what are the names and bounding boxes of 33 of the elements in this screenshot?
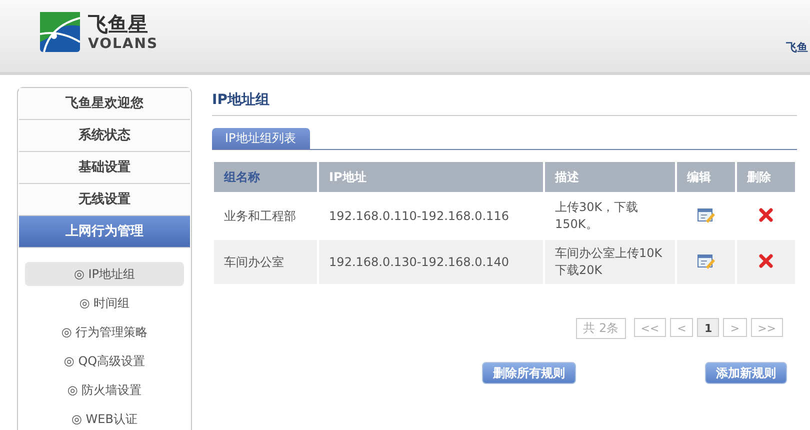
delete-icon[interactable]: [759, 208, 773, 222]
column-header: 删除: [737, 162, 795, 192]
column-header: 组名称: [214, 162, 318, 192]
submenu-item[interactable]: ◎ 行为管理策略: [25, 320, 184, 344]
menu-item[interactable]: 飞鱼星欢迎您: [19, 88, 190, 120]
table-cell: 车间办公室: [214, 240, 318, 284]
logo-wordmark: VOLANS: [88, 36, 158, 52]
edit-icon[interactable]: [697, 206, 715, 222]
column-header: 编辑: [677, 162, 735, 192]
table-cell: 192.168.0.130-192.168.0.140: [319, 240, 543, 284]
table-cell-text: 192.168.0.110-192.168.0.116: [328, 208, 510, 225]
column-header: 描述: [545, 162, 675, 192]
submenu-item[interactable]: ◎ WEB认证: [25, 407, 184, 430]
submenu-item[interactable]: ◎ QQ高级设置: [25, 349, 184, 373]
submenu-item[interactable]: ◎ 时间组: [25, 291, 184, 315]
table-cell: 车间办公室上传10K下载20K: [545, 240, 675, 284]
column-header: IP地址: [319, 162, 543, 192]
table-cell-text: 上传30K，下载150K。: [554, 199, 640, 233]
header-text: 飞鱼: [786, 40, 808, 55]
page-title: IP地址组: [212, 87, 797, 116]
table-cell-text: 业务和工程部: [223, 208, 297, 224]
delete-icon[interactable]: [759, 254, 773, 268]
menu-item[interactable]: 基础设置: [19, 152, 190, 184]
page-button[interactable]: 1: [697, 318, 720, 337]
submenu-item[interactable]: ◎ 防火墙设置: [25, 378, 184, 402]
page-count: 共 2条: [576, 318, 626, 339]
submenu-item[interactable]: ◎ IP地址组: [25, 262, 184, 286]
menu-item[interactable]: 上网行为管理: [19, 216, 190, 248]
menu-item[interactable]: 无线设置: [19, 184, 190, 216]
edit-icon[interactable]: [697, 252, 715, 268]
menu-item[interactable]: 系统状态: [19, 120, 190, 152]
logo-name: 飞鱼星: [88, 12, 149, 36]
logo-icon: [40, 12, 80, 52]
